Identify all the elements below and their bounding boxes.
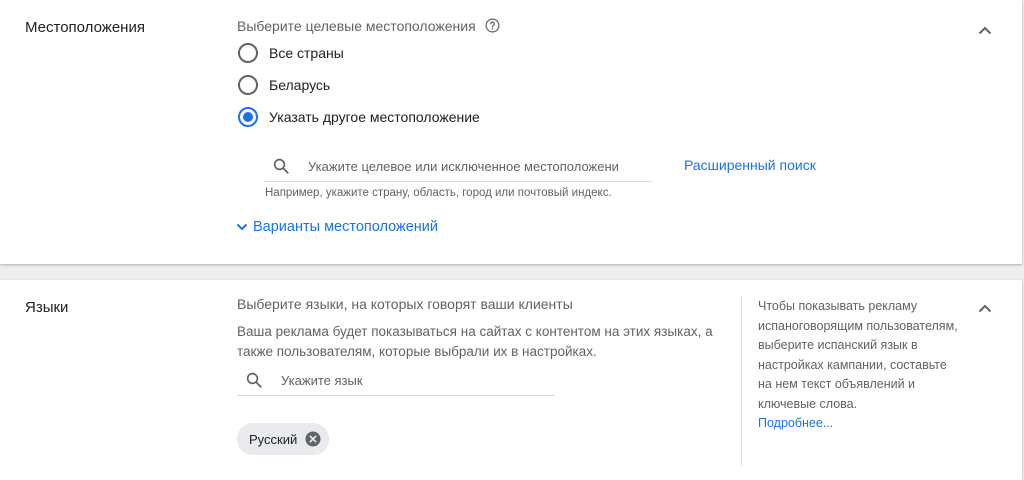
search-icon [272, 156, 292, 176]
location-options-toggle[interactable]: Варианты местоположений [236, 219, 438, 235]
radio-all-countries-control[interactable] [238, 43, 258, 63]
radio-label: Беларусь [269, 77, 331, 93]
locations-card [0, 0, 1022, 264]
language-chip-label: Русский [249, 431, 298, 447]
location-hint: Например, укажите страну, область, город… [265, 187, 612, 199]
location-search-input[interactable] [306, 157, 621, 175]
location-options-label: Варианты местоположений [253, 219, 438, 235]
radio-label: Все страны [269, 45, 344, 61]
radio-belarus[interactable]: Беларусь [238, 74, 330, 96]
radio-other-location[interactable]: Указать другое местоположение [238, 106, 480, 128]
language-chip: Русский [237, 423, 330, 455]
location-search-field[interactable] [264, 151, 652, 182]
remove-chip-icon[interactable] [305, 431, 321, 447]
locations-title: Местоположения [25, 19, 145, 36]
languages-prompt: Выберите языки, на которых говорят ваши … [237, 296, 573, 312]
chevron-up-icon [978, 304, 992, 312]
language-search-field[interactable] [237, 365, 555, 396]
collapse-locations-button[interactable] [973, 18, 997, 42]
search-icon [245, 370, 265, 390]
chevron-up-icon [978, 26, 992, 34]
help-divider [741, 296, 742, 466]
radio-other-location-control[interactable] [238, 107, 258, 127]
help-icon[interactable] [485, 18, 500, 36]
locations-prompt-text: Выберите целевые местоположения [237, 18, 476, 34]
radio-all-countries[interactable]: Все страны [238, 42, 344, 64]
radio-belarus-control[interactable] [238, 75, 258, 95]
side-help-text: Чтобы показывать рекламу испаноговорящим… [758, 299, 958, 411]
language-side-help: Чтобы показывать рекламу испаноговорящим… [758, 297, 958, 434]
language-search-input[interactable] [279, 371, 538, 389]
chevron-down-icon [236, 223, 248, 231]
learn-more-link[interactable]: Подробнее... [758, 414, 958, 434]
collapse-languages-button[interactable] [973, 296, 997, 320]
languages-title: Языки [25, 299, 69, 316]
radio-label: Указать другое местоположение [269, 109, 480, 125]
advanced-search-link[interactable]: Расширенный поиск [684, 157, 816, 173]
locations-prompt: Выберите целевые местоположения [237, 18, 500, 36]
languages-description: Ваша реклама будет показываться на сайта… [237, 324, 713, 359]
